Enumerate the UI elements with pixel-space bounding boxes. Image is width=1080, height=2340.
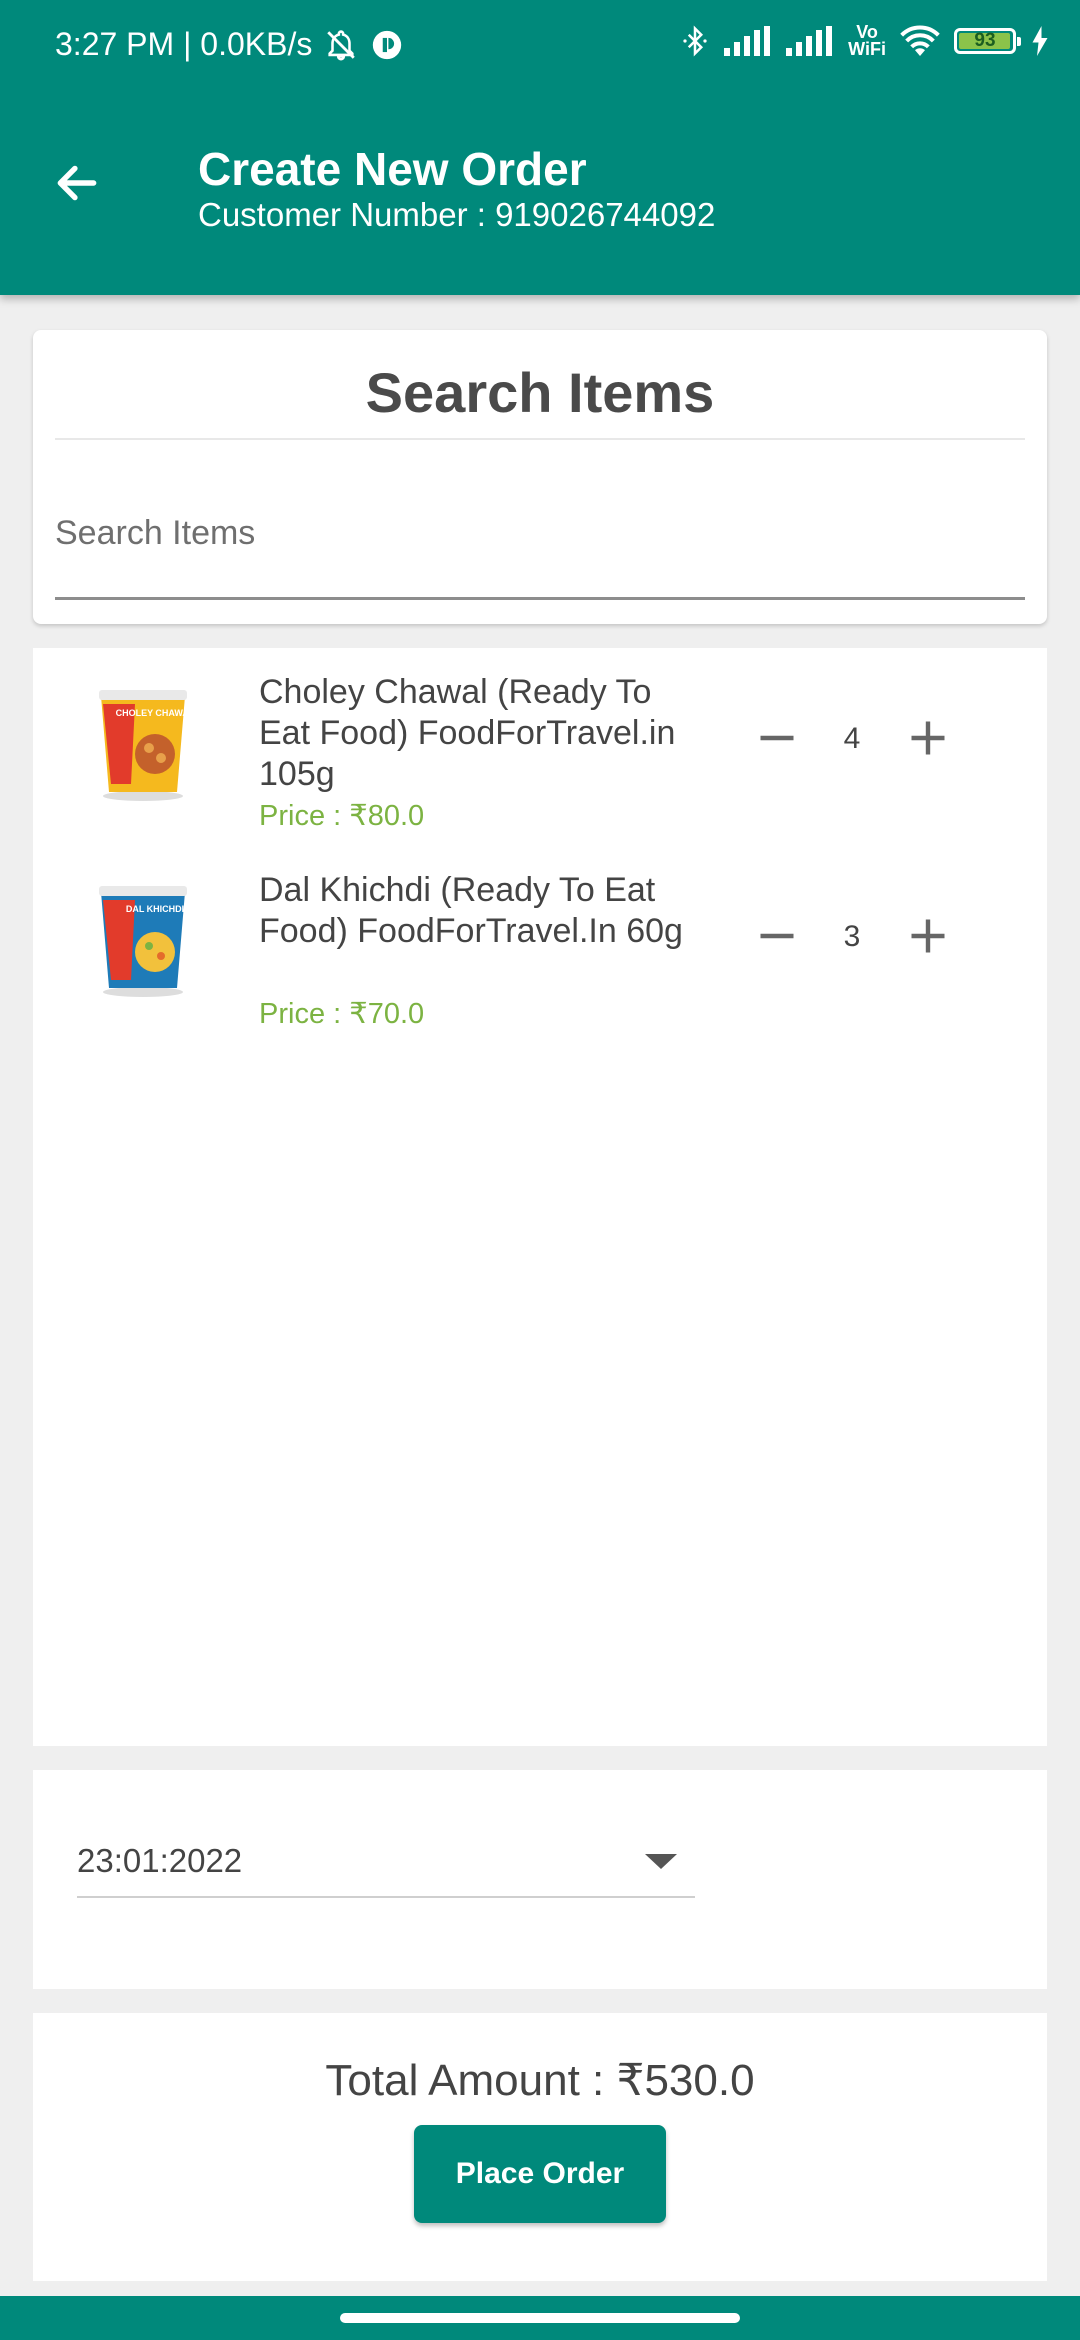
quantity-value: 4 <box>843 722 861 755</box>
search-divider <box>55 438 1025 440</box>
battery-level: 93 <box>974 30 996 51</box>
minus-icon <box>760 735 794 741</box>
wifi-icon <box>900 25 940 56</box>
product-label: CHOLEY CHAWAL <box>116 708 193 718</box>
search-input[interactable] <box>55 500 1025 600</box>
date-dropdown[interactable]: 23:01:2022 <box>77 1826 695 1898</box>
decrease-quantity-button[interactable] <box>747 708 807 768</box>
battery-icon: 93 <box>954 28 1021 54</box>
increase-quantity-button[interactable] <box>898 906 958 966</box>
product-image: DAL KHICHDI <box>99 886 187 997</box>
product-image: CHOLEY CHAWAL <box>99 690 193 801</box>
item-name: Choley Chawal (Ready To Eat Food) FoodFo… <box>259 673 676 793</box>
status-left: 3:27 PM | 0.0KB/s <box>55 26 404 63</box>
total-amount: Total Amount : ₹530.0 <box>325 2056 755 2105</box>
home-gesture-handle[interactable] <box>340 2313 740 2323</box>
caret-down-icon <box>645 1854 677 1869</box>
total-panel: Total Amount : ₹530.0 Place Order <box>33 2013 1047 2281</box>
item-price: Price : ₹80.0 <box>259 800 425 832</box>
plus-icon <box>911 919 945 953</box>
place-order-button[interactable]: Place Order <box>414 2125 666 2223</box>
status-bar: 3:27 PM | 0.0KB/s Vo WiFi 93 <box>0 0 1080 95</box>
quantity-value: 3 <box>843 920 861 953</box>
navigation-bar <box>0 2296 1080 2340</box>
items-list: CHOLEY CHAWAL Choley Chawal (Ready To Ea… <box>33 648 1047 1746</box>
signal-icon <box>724 26 771 56</box>
plus-icon <box>911 721 945 755</box>
increase-quantity-button[interactable] <box>898 708 958 768</box>
product-label: DAL KHICHDI <box>126 904 184 914</box>
search-card: Search Items <box>33 330 1047 624</box>
date-panel: 23:01:2022 <box>33 1770 1047 1989</box>
decrease-quantity-button[interactable] <box>747 906 807 966</box>
list-item[interactable]: CHOLEY CHAWAL Choley Chawal (Ready To Ea… <box>33 668 1047 838</box>
list-item[interactable]: DAL KHICHDI Dal Khichdi (Ready To Eat Fo… <box>33 866 1047 1036</box>
search-title: Search Items <box>365 361 715 424</box>
date-value: 23:01:2022 <box>77 1842 243 1879</box>
signal-icon-2 <box>786 26 833 56</box>
charging-icon <box>1032 26 1048 56</box>
app-bar: 3:27 PM | 0.0KB/s Vo WiFi 93 Create New … <box>0 0 1080 295</box>
item-name: Dal Khichdi (Ready To Eat Food) FoodForT… <box>259 871 683 950</box>
customer-number: Customer Number : 919026744092 <box>198 196 716 233</box>
app-indicator-icon <box>373 30 402 59</box>
status-time-speed: 3:27 PM | 0.0KB/s <box>55 26 313 62</box>
back-button[interactable] <box>44 150 110 216</box>
bluetooth-icon <box>683 25 707 57</box>
arrow-left-icon <box>57 165 97 201</box>
minus-icon <box>760 933 794 939</box>
status-right: Vo WiFi 93 <box>680 22 1050 60</box>
page-title: Create New Order <box>198 143 587 195</box>
item-price: Price : ₹70.0 <box>259 998 425 1030</box>
vowifi-icon: Vo WiFi <box>848 23 886 59</box>
bell-off-icon <box>327 29 356 60</box>
vowifi-bottom: WiFi <box>848 39 886 59</box>
